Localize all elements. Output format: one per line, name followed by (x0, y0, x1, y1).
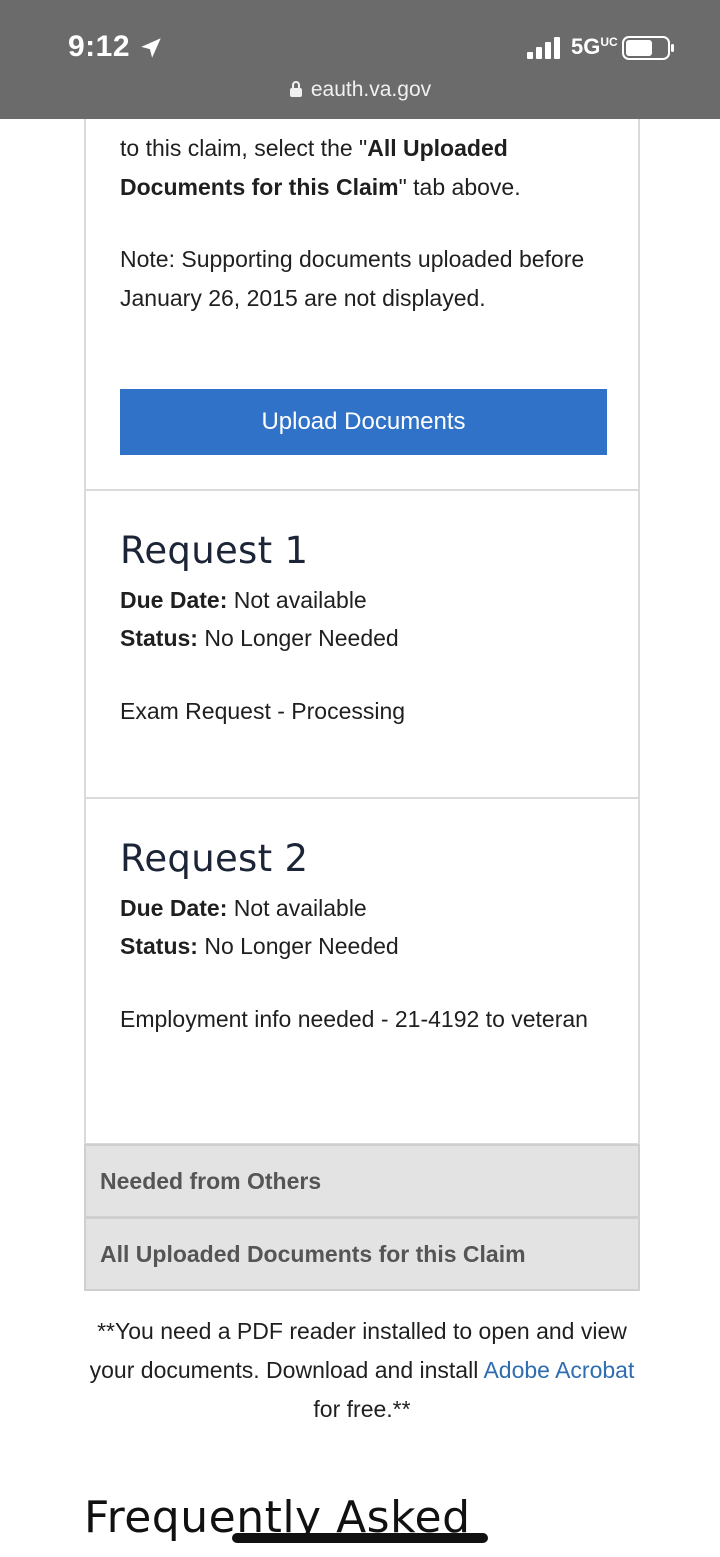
request-card-2: Request 2 Due Date: Not available Status… (84, 799, 640, 1145)
intro-text: to this claim, select the "All Uploaded … (120, 135, 521, 200)
lock-icon (289, 81, 302, 97)
location-arrow-icon (141, 38, 161, 58)
request-title: Request 1 (120, 529, 309, 572)
request-card-1: Request 1 Due Date: Not available Status… (84, 491, 640, 799)
tab-all-uploaded-documents[interactable]: All Uploaded Documents for this Claim (84, 1217, 640, 1291)
address-bar[interactable]: eauth.va.gov (0, 78, 720, 102)
clock: 9:12 (68, 30, 131, 63)
tab-needed-from-others[interactable]: Needed from Others (84, 1144, 640, 1218)
network-label: 5GUC (571, 34, 618, 59)
upload-documents-button[interactable]: Upload Documents (120, 389, 607, 455)
adobe-acrobat-link[interactable]: Adobe Acrobat (483, 1357, 634, 1383)
note-text: Note: Supporting documents uploaded befo… (120, 246, 585, 311)
url-text: eauth.va.gov (310, 78, 432, 101)
status-bar: 9:12 5GUC eauth.va.gov (0, 0, 720, 119)
request-status: Status: No Longer Needed (120, 933, 399, 959)
pdf-reader-note: **You need a PDF reader installed to ope… (89, 1318, 635, 1422)
battery-icon (622, 36, 674, 60)
due-date: Due Date: Not available (120, 587, 367, 613)
home-indicator[interactable] (232, 1533, 488, 1543)
due-date: Due Date: Not available (120, 895, 367, 921)
request-description: Exam Request - Processing (120, 698, 406, 724)
request-title: Request 2 (120, 837, 309, 880)
request-description: Employment info needed - 21-4192 to vete… (120, 1006, 588, 1032)
request-status: Status: No Longer Needed (120, 625, 399, 651)
upload-instructions-card: to this claim, select the "All Uploaded … (84, 119, 640, 491)
cellular-signal-icon (527, 37, 560, 59)
